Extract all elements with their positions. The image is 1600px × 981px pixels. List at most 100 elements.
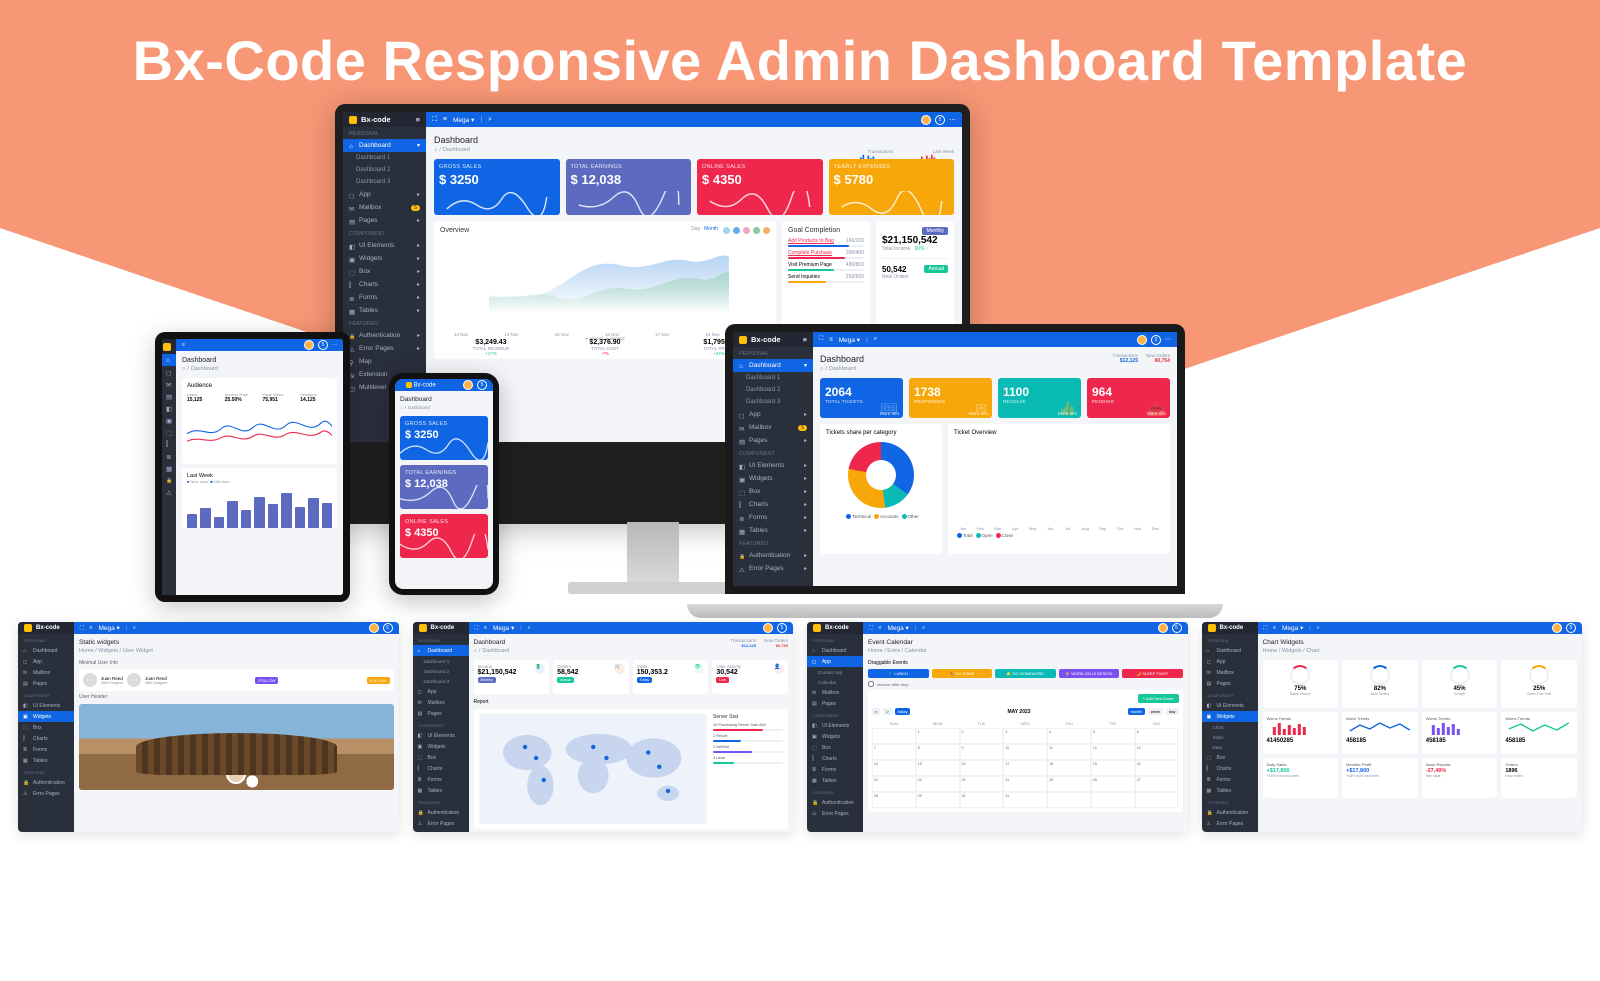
page-title: Dashboard <box>434 135 954 145</box>
world-map[interactable] <box>479 714 708 824</box>
card-total-tickets[interactable]: 2064Total Tickets🎟More Info <box>820 378 903 418</box>
event-uidesign[interactable]: ⚡ WORK ON UI DESIGN <box>1059 669 1120 678</box>
user-avatar[interactable] <box>463 380 473 390</box>
sidebar-item-forms[interactable]: Forms▸ <box>343 291 426 304</box>
tables-icon <box>349 308 355 314</box>
laptop-header: ⛶≡ Mega ▾| 5⋯ <box>813 332 1177 347</box>
fullscreen-icon[interactable]: ⛶ <box>432 116 437 124</box>
event-lunch[interactable]: 🔵 LUNCH <box>868 669 929 678</box>
search-icon[interactable] <box>488 116 492 124</box>
sidebar-item-ui[interactable]: UI Elements▸ <box>343 239 426 252</box>
cell-user-activity: 👤User Activity30,542Live <box>712 660 788 694</box>
calendar-prev-button[interactable]: < <box>872 708 880 715</box>
sidebar-item-app[interactable]: App▸ <box>343 188 426 201</box>
user-card: Juan ReedWeb Designer Juan ReedWeb Desig… <box>79 669 394 691</box>
sidebar-item-dashboard1[interactable]: Dashboard 1 <box>343 152 426 164</box>
sidebar-item-dashboard2[interactable]: Dashboard 2 <box>343 164 426 176</box>
card-gross-sales[interactable]: GROSS SALES$ 3250 <box>434 159 560 215</box>
brand-logo-icon <box>739 336 747 344</box>
calendar-panel: + Add New Event < > today MAY 2023 month… <box>868 690 1183 812</box>
pages-icon <box>349 218 355 224</box>
calendar-grid[interactable]: SUNMONTUEWEDTHUFRISAT1234567891011121314… <box>872 719 1179 808</box>
event-gohome[interactable]: 🎉 GO HOME <box>932 669 993 678</box>
sidebar-item-pages[interactable]: Pages▸ <box>343 214 426 227</box>
user-avatar[interactable] <box>304 340 314 350</box>
hero-title: Bx-Code Responsive Admin Dashboard Templ… <box>0 0 1600 93</box>
sidebar-item-tables[interactable]: Tables▸ <box>343 304 426 317</box>
tablet-device: Bx-code ≡ 5⋯ Dashboar <box>155 332 350 602</box>
user-header-image <box>79 704 394 790</box>
overview-range-tabs[interactable]: DayMonth <box>691 226 718 232</box>
sidebar-item-box[interactable]: Box▸ <box>343 265 426 278</box>
audience-panel: Audience Users15,125 Bounce Rate25.50% P… <box>182 378 337 464</box>
laptop-device: Bx-code≡ PERSONAL Dashboard▾ Dashboard 1… <box>715 324 1195 614</box>
sidebar-section-featured: FEATURED <box>343 317 426 329</box>
card-total-earnings[interactable]: TOTAL EARNINGS$ 12,038 <box>566 159 692 215</box>
page-title: Dashboard <box>400 396 488 403</box>
charts-icon <box>349 282 355 288</box>
calendar-day-tab[interactable]: day <box>1166 708 1178 715</box>
settings-icon[interactable]: ⋯ <box>949 116 956 124</box>
sidebar-item-dashboard3[interactable]: Dashboard 3 <box>343 176 426 188</box>
sidebar-item-dashboard[interactable]: Dashboard▾ <box>343 139 426 152</box>
mail-icon <box>349 205 355 211</box>
calendar-month-tab[interactable]: month <box>1128 708 1145 715</box>
laptop-sidebar: Bx-code≡ PERSONAL Dashboard▾ Dashboard 1… <box>733 332 813 586</box>
sidebar-item-auth[interactable]: Authentication▸ <box>343 329 426 342</box>
lock-icon <box>349 333 355 339</box>
phone-device: Bx-code 5 Dashboard ⌂/Dashboard GROSS SA… <box>389 373 499 595</box>
user-avatar[interactable] <box>921 115 931 125</box>
sidebar-item-map[interactable]: Map <box>343 355 426 368</box>
sidebar-item-dashboard[interactable]: Dashboard▾ <box>733 359 813 372</box>
cell-visits: 👁Visits150,353.2Today <box>633 660 709 694</box>
widgets-icon <box>349 256 355 262</box>
menu-icon[interactable]: ≡ <box>443 116 447 123</box>
sidebar-item-dashboard[interactable] <box>162 354 176 366</box>
overview-legend <box>723 227 770 234</box>
card-gross-sales[interactable]: GROSS SALES$ 3250 <box>400 416 488 460</box>
thumb-calendar[interactable]: Bx-code PERSONAL Dashboard App Contact A… <box>807 622 1188 832</box>
calendar-week-tab[interactable]: week <box>1148 708 1163 715</box>
brand[interactable]: Bx-code≡ <box>343 112 426 127</box>
card-responded[interactable]: 1738Responded✉More Info <box>909 378 992 418</box>
page-title: Dashboard <box>182 357 337 364</box>
laptop-base <box>687 604 1223 618</box>
forms-icon <box>349 295 355 301</box>
calendar-next-button[interactable]: > <box>883 708 891 715</box>
thumb-report-map[interactable]: Bx-code PERSONAL Dashboard Dashboard 1 D… <box>413 622 794 832</box>
badge-annual: Annual <box>924 265 948 273</box>
card-yearly-expenses[interactable]: YEARLY EXPENSES$ 5780 <box>829 159 955 215</box>
follow-button[interactable]: FOLLOW <box>367 677 390 684</box>
add-event-button[interactable]: + Add New Event <box>1138 694 1179 703</box>
monitor-stand <box>568 582 738 594</box>
card-total-earnings[interactable]: TOTAL EARNINGS$ 12,038 <box>400 465 488 509</box>
calendar-today-button[interactable]: today <box>895 708 911 715</box>
remove-after-drop-checkbox[interactable]: remove after drop <box>868 681 1183 687</box>
follow-button[interactable]: FOLLOW <box>255 677 278 684</box>
event-homework[interactable]: ⭐ DO HOMEWORK <box>995 669 1056 678</box>
home-icon <box>349 143 355 149</box>
sidebar-item-charts[interactable]: Charts▸ <box>343 278 426 291</box>
notification-count[interactable]: 5 <box>935 115 945 125</box>
avatar <box>83 673 97 687</box>
cell-orders: 🛒Orders58,542Annual <box>553 660 629 694</box>
brand-logo-icon <box>349 116 357 124</box>
mega-menu[interactable]: Mega ▾ <box>453 116 474 124</box>
brand-logo-icon <box>163 343 171 351</box>
lastweek-panel: Last Week ■ New User ■ Old User <box>182 468 337 528</box>
card-online-sales[interactable]: ONLINE SALES$ 4350 <box>400 514 488 558</box>
card-online-sales[interactable]: ONLINE SALES$ 4350 <box>697 159 823 215</box>
sidebar-item-mailbox[interactable]: Mailbox5 <box>343 201 426 214</box>
badge-monthly: Monthly <box>922 227 948 235</box>
app-icon <box>349 192 355 198</box>
card-resolve[interactable]: 1100Resolve👍More Info <box>998 378 1081 418</box>
event-sleep[interactable]: 🌙 SLEEP TIGHT <box>1122 669 1183 678</box>
thumb-user-widgets[interactable]: Bx-code PERSONAL Dashboard App Mailbox P… <box>18 622 399 832</box>
cell-income: 💲Income$21,150,542Monthly <box>474 660 550 694</box>
thumb-chart-widgets[interactable]: Bx-code PERSONAL Dashboard App Mailbox P… <box>1202 622 1583 832</box>
sidebar-item-errorpages[interactable]: Error Pages▸ <box>343 342 426 355</box>
tickets-share-panel: Tickets share per category TechnicalAcco… <box>820 424 942 554</box>
card-pending[interactable]: 964Pending📥More Info <box>1087 378 1170 418</box>
sidebar-item-widgets[interactable]: Widgets▸ <box>343 252 426 265</box>
tablet-header: ≡ 5⋯ <box>176 339 343 351</box>
